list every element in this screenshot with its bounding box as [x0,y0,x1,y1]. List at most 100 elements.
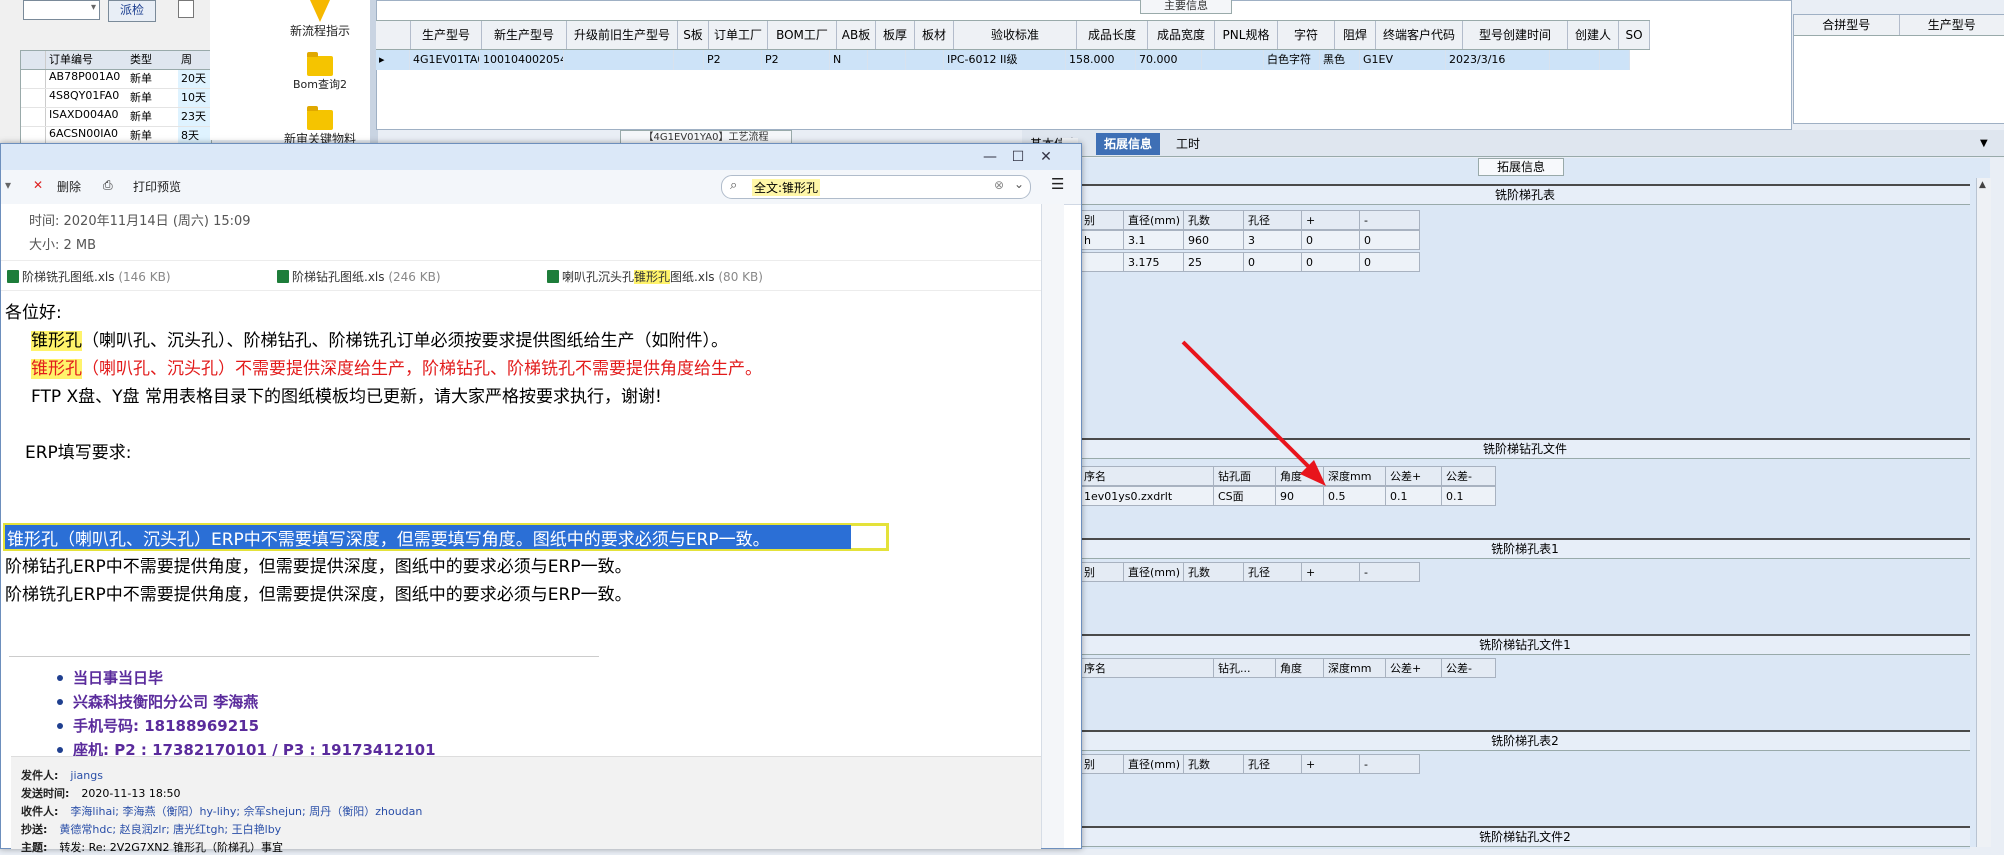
mail-titlebar[interactable]: — ☐ ✕ [1,144,1081,171]
table-row[interactable]: h 3.1 960 3 0 0 [1080,230,1420,250]
section-step-drill-file-2: 铣阶梯钻孔文件2 [1080,826,1970,849]
cc-link[interactable]: 黄德常hdc; 赵良润zlr; 唐光红tgh; 王白艳lby [59,823,281,836]
grid-col[interactable]: 成品宽度 [1148,21,1215,49]
grid-col[interactable]: 板厚 [876,21,915,49]
col-type: 类型 [127,51,178,69]
erp-requirements-title: ERP填写要求: [25,438,132,463]
signature-motto: 当日事当日毕 [73,667,163,688]
mail-scrollbar[interactable] [1041,204,1064,848]
table-row[interactable]: ▸ 4G1EV01TA0 10010400205426 P2 P2 N IPC-… [376,50,1630,70]
table-row[interactable]: 1ev01ys0.zxdrlt CS面 90 0.5 0.1 0.1 [1080,486,1496,506]
main-info-title: 主要信息 [1140,0,1232,14]
grid-col[interactable]: 成品长度 [1077,21,1148,49]
folder-icon [307,56,333,76]
recipients-link[interactable]: 李海lihai; 李海燕（衡阳）hy-lihy; 佘军shejun; 周丹（衡阳… [70,805,422,818]
search-options-icon[interactable]: ⌄ [1014,177,1024,191]
mail-time: 时间: 2020年11月14日 (周六) 15:09 [29,210,251,229]
section-step-milling-table-2: 铣阶梯孔表2 别 直径(mm) 孔数 孔径 + - [1080,730,1970,828]
col-cycle: 周 [178,51,211,69]
delete-icon[interactable]: ✕ [33,178,43,192]
tool-strip: 新流程指示 Bom查询2 新审关键物料 [210,0,371,140]
attachment-item[interactable]: 喇叭孔沉头孔锥形孔图纸.xls (80 KB) [547,268,763,285]
table-row[interactable]: ISAXD004A0新单23天 [21,108,211,127]
print-preview-button[interactable]: 打印预览 [133,178,181,195]
grid-col[interactable]: 阻焊 [1335,21,1376,49]
maximize-icon[interactable]: ☐ [1009,148,1027,166]
clear-search-icon[interactable]: ⊗ [994,178,1004,192]
table-row[interactable]: 4S8QY01FA0新单10天 [21,89,211,108]
tab-dropdown-icon[interactable]: ▼ [1972,133,1996,155]
grid-col[interactable]: 板材 [915,21,954,49]
mail-window: — ☐ ✕ ▾ ✕ 删除 ⎙ 打印预览 ⌕ 全文:锥形孔 ⊗ ⌄ ☰ 时间: 2… [0,143,1082,849]
scroll-up-icon[interactable]: ▲ [1979,180,1986,190]
search-input[interactable]: ⌕ 全文:锥形孔 ⊗ ⌄ [721,175,1031,199]
grid-col[interactable]: 新生产型号 [482,21,567,49]
col-order-no: 订单编号 [46,51,127,69]
menu-icon[interactable]: ☰ [1051,175,1064,193]
orders-header: 订单编号 类型 周 [21,51,211,70]
filter-combo[interactable] [23,0,100,20]
tab-extended-info[interactable]: 拓展信息 [1096,133,1160,155]
body-line: FTP X盘、Y盘 常用表格目录下的图纸模板均已更新，请大家严格按要求执行，谢谢… [31,382,662,407]
body-line-red: 锥形孔（喇叭孔、沉头孔）不需要提供深度给生产，阶梯钻孔、阶梯铣孔不需要提供角度给… [31,354,762,379]
delete-button[interactable]: 删除 [57,178,81,195]
quoted-header: 发件人:jiangs 发送时间:2020-11-13 18:50 收件人:李海l… [11,756,1041,849]
excel-file-icon [7,270,19,283]
extended-scrollbar[interactable]: ▲ [1976,178,1991,847]
sender-link[interactable]: jiangs [70,769,103,782]
minimize-icon[interactable]: — [981,148,999,166]
grid-col[interactable]: 订单工厂 [709,21,768,49]
bom-query-tool[interactable]: Bom查询2 [270,56,370,92]
section-step-milling-table-1: 铣阶梯孔表1 别 直径(mm) 孔数 孔径 + - [1080,538,1970,634]
grid-col[interactable]: 终端客户代码 [1376,21,1463,49]
grid-col[interactable]: 字符 [1278,21,1335,49]
signature-mobile: 手机号码: 18188969215 [73,715,259,736]
search-value: 全文:锥形孔 [752,179,820,196]
filter-checkbox[interactable] [178,0,194,18]
key-material-tool[interactable]: 新审关键物料 [270,110,370,147]
grid-col[interactable]: 创建人 [1568,21,1619,49]
grid-col[interactable]: 生产型号 [1900,15,2004,35]
grid-col[interactable]: 合拼型号 [1794,15,1900,35]
mail-toolbar: ▾ ✕ 删除 ⎙ 打印预览 ⌕ 全文:锥形孔 ⊗ ⌄ ☰ [1,170,1081,205]
section-step-drill-file: 铣阶梯钻孔文件 序名 钻孔面 角度 深度mm 公差+ 公差- 1ev01ys0.… [1080,438,1970,540]
greeting: 各位好: [5,298,62,323]
excel-file-icon [547,270,559,283]
grid-col[interactable]: 型号创建时间 [1463,21,1568,49]
orders-table: 订单编号 类型 周 AB78P001A0新单20天 4S8QY01FA0新单10… [20,50,212,146]
extended-info-title: 拓展信息 [1478,158,1564,176]
table-row[interactable]: AB78P001A0新单20天 [21,70,211,89]
mail-body: 时间: 2020年11月14日 (周六) 15:09 大小: 2 MB 阶梯铣孔… [1,204,1041,848]
new-flow-tool[interactable]: 新流程指示 [270,0,370,39]
table-row[interactable]: 3.175 25 0 0 0 [1080,252,1420,272]
printer-icon[interactable]: ⎙ [103,178,113,193]
folder-icon [307,110,333,130]
grid-col[interactable]: AB板 [837,21,876,49]
excel-file-icon [277,270,289,283]
mail-size: 大小: 2 MB [29,234,96,253]
grid-col[interactable]: 升级前旧生产型号 [567,21,678,49]
requirement-line: 阶梯钻孔ERP中不需要提供角度，但需要提供深度，图纸中的要求必须与ERP一致。 [5,552,632,577]
close-icon[interactable]: ✕ [1037,148,1055,166]
dispatch-button[interactable]: 派检 [108,0,156,22]
section-step-milling-table: 铣阶梯孔表 别 直径(mm) 孔数 孔径 + - h 3.1 960 3 0 0… [1080,184,1970,438]
lightning-icon [310,0,330,22]
grid-col[interactable]: 生产型号 [411,21,482,49]
signature-company: 兴森科技衡阳分公司 李海燕 [73,691,258,712]
detail-tab-bar: 基本信息 拓展信息 工时 ▼ [1022,130,2004,157]
body-line: 锥形孔（喇叭孔、沉头孔）、阶梯钻孔、阶梯铣孔订单必须按要求提供图纸给生产（如附件… [31,326,728,351]
grid-col[interactable]: BOM工厂 [768,21,837,49]
merge-model-grid: 合拼型号 生产型号 [1793,14,2004,124]
attachment-item[interactable]: 阶梯钻孔图纸.xls (246 KB) [277,268,441,285]
requirement-line: 阶梯铣孔ERP中不需要提供角度，但需要提供深度，图纸中的要求必须与ERP一致。 [5,580,632,605]
attachment-item[interactable]: 阶梯铣孔图纸.xls (146 KB) [7,268,171,285]
selected-requirement[interactable]: 锥形孔（喇叭孔、沉头孔）ERP中不需要填写深度，但需要填写角度。图纸中的要求必须… [7,525,770,550]
chevron-down-icon[interactable]: ▾ [5,178,11,192]
grid-col[interactable]: S板 [678,21,709,49]
grid-header: 生产型号 新生产型号 升级前旧生产型号 S板 订单工厂 BOM工厂 AB板 板厚… [376,20,1650,50]
grid-col[interactable]: PNL规格 [1215,21,1278,49]
search-icon: ⌕ [730,178,737,193]
tab-work-hours[interactable]: 工时 [1168,133,1208,155]
grid-col[interactable]: SO [1619,21,1650,49]
grid-col[interactable]: 验收标准 [954,21,1077,49]
